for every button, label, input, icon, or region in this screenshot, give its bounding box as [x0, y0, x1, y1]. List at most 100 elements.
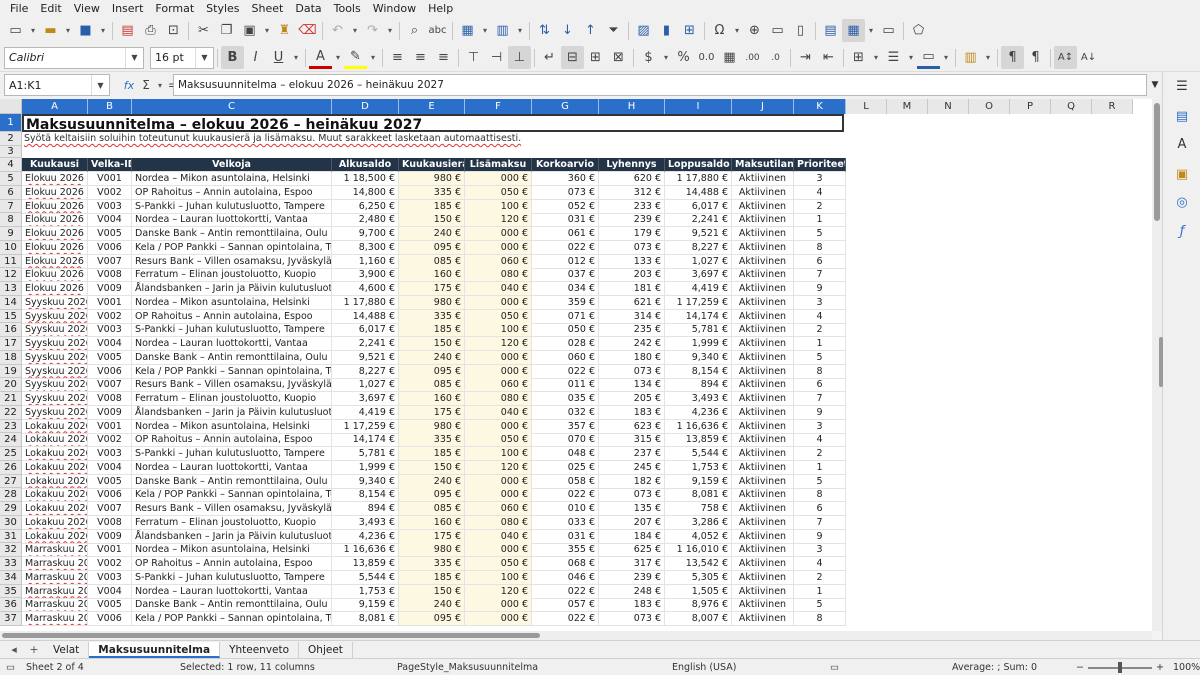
table-cell[interactable]: Nordea – Lauran luottokortti, Vantaa [132, 337, 332, 351]
table-cell[interactable]: 14,488 € [332, 309, 399, 324]
table-cell[interactable]: S-Pankki – Juhan kulutusluotto, Tampere [132, 323, 332, 338]
formula-input[interactable]: Maksusuunnitelma – elokuu 2026 – heinäku… [173, 74, 1147, 96]
table-cell[interactable]: V009 [88, 282, 132, 296]
table-cell[interactable]: 050 € [465, 309, 532, 324]
show-draw-functions-icon[interactable]: ⬠ [907, 19, 930, 42]
pivot-table-icon[interactable]: ⊞ [678, 19, 701, 42]
align-top-icon[interactable]: ⊤ [462, 46, 485, 69]
row-header[interactable]: 7 [0, 199, 22, 214]
column-header[interactable]: I [665, 99, 732, 114]
table-cell[interactable]: 894 € [332, 502, 399, 516]
table-cell[interactable]: 5 [794, 598, 846, 613]
table-cell[interactable]: 239 € [599, 213, 665, 228]
table-cell[interactable]: Aktiivinen [732, 570, 794, 585]
table-cell[interactable]: 1 16,636 € [665, 419, 732, 434]
column-title[interactable]: Velkoja [132, 158, 332, 172]
table-cell[interactable]: Aktiivinen [732, 309, 794, 324]
table-cell[interactable]: 175 € [399, 405, 465, 420]
table-cell[interactable]: 040 € [465, 405, 532, 420]
table-cell[interactable]: Aktiivinen [732, 474, 794, 489]
sidebar-resize-handle[interactable] [1159, 337, 1163, 387]
table-cell[interactable]: 048 € [532, 447, 599, 461]
table-cell[interactable]: Aktiivinen [732, 268, 794, 283]
table-cell[interactable]: 625 € [599, 543, 665, 558]
table-cell[interactable]: V001 [88, 172, 132, 186]
table-cell[interactable]: 000 € [465, 350, 532, 365]
table-cell[interactable]: 085 € [399, 502, 465, 516]
table-cell[interactable]: 028 € [532, 337, 599, 351]
select-all-corner[interactable] [0, 99, 22, 114]
merge-center-icon[interactable]: ⊟ [561, 46, 584, 69]
menu-edit[interactable]: Edit [34, 2, 67, 15]
properties-icon[interactable]: ▤ [1172, 106, 1192, 126]
row-header[interactable]: 10 [0, 240, 22, 255]
table-cell[interactable]: Syyskuu 2026 [22, 392, 88, 406]
column-title[interactable]: Alkusaldo [332, 158, 399, 172]
sort-descending-icon[interactable]: ↑ [579, 19, 602, 42]
table-cell[interactable]: Aktiivinen [732, 612, 794, 626]
highlight-color-icon[interactable]: ✎ [344, 46, 367, 69]
table-cell[interactable]: 1 [794, 460, 846, 475]
row-header[interactable]: 35 [0, 584, 22, 599]
table-cell[interactable]: Elokuu 2026 [22, 213, 88, 228]
table-cell[interactable]: 135 € [599, 502, 665, 516]
table-cell[interactable]: 240 € [399, 227, 465, 241]
zoom-slider-knob[interactable] [1118, 662, 1122, 673]
table-cell[interactable]: OP Rahoitus – Annin autolaina, Espoo [132, 557, 332, 571]
table-cell[interactable]: 068 € [532, 557, 599, 571]
table-cell[interactable]: Aktiivinen [732, 282, 794, 296]
table-cell[interactable]: 248 € [599, 584, 665, 599]
table-cell[interactable]: V009 [88, 529, 132, 544]
align-left-icon[interactable]: ≡ [386, 46, 409, 69]
table-cell[interactable]: V004 [88, 213, 132, 228]
table-cell[interactable]: Kela / POP Pankki – Sannan opintolaina, … [132, 364, 332, 379]
undo-dropdown-icon[interactable]: ▾ [349, 19, 361, 42]
menu-sheet[interactable]: Sheet [246, 2, 290, 15]
chevron-down-icon[interactable]: ▼ [195, 47, 213, 68]
spreadsheet-grid[interactable]: ABCDEFGHIJKLMNOPQR 1 2 3 4 5 6 7 8 9 10 11 12 13 14 15… [0, 99, 1152, 631]
align-center-icon[interactable]: ≡ [409, 46, 432, 69]
table-cell[interactable]: 623 € [599, 419, 665, 434]
table-cell[interactable]: V005 [88, 474, 132, 489]
table-cell[interactable]: 046 € [532, 570, 599, 585]
table-cell[interactable]: 100 € [465, 570, 532, 585]
font-name-box[interactable]: Calibri ▼ [4, 46, 144, 69]
table-cell[interactable]: 120 € [465, 213, 532, 228]
page-style[interactable]: PageStyle_Maksusuunnitelma [397, 662, 538, 673]
table-cell[interactable]: Syyskuu 2026 [22, 295, 88, 310]
table-cell[interactable]: Ålandsbanken – Jarin ja Päivin kulutuslu… [132, 282, 332, 296]
left-to-right-icon[interactable]: ¶ [1001, 46, 1024, 69]
freeze-rows-columns-icon[interactable]: ▦ [842, 19, 865, 42]
row-header[interactable]: 15 [0, 309, 22, 324]
table-cell[interactable]: Syyskuu 2026 [22, 405, 88, 420]
column-header[interactable]: Q [1051, 99, 1092, 114]
column-header[interactable]: M [887, 99, 928, 114]
table-cell[interactable]: Aktiivinen [732, 240, 794, 255]
table-cell[interactable]: V009 [88, 405, 132, 420]
table-cell[interactable]: Nordea – Lauran luottokortti, Vantaa [132, 460, 332, 475]
table-cell[interactable]: V006 [88, 612, 132, 626]
table-cell[interactable]: Lokakuu 2026 [22, 474, 88, 489]
row-header[interactable]: 33 [0, 557, 22, 571]
table-cell[interactable]: 031 € [532, 213, 599, 228]
table-cell[interactable]: 3 [794, 543, 846, 558]
table-cell[interactable]: 4,419 € [665, 282, 732, 296]
table-cell[interactable]: 5,305 € [665, 570, 732, 585]
table-cell[interactable]: 185 € [399, 323, 465, 338]
table-cell[interactable]: 1,999 € [665, 337, 732, 351]
autofilter-icon[interactable]: ⏷ [602, 19, 625, 42]
table-cell[interactable]: 9 [794, 529, 846, 544]
table-cell[interactable]: 5,544 € [665, 447, 732, 461]
table-cell[interactable]: 000 € [465, 598, 532, 613]
table-cell[interactable]: 000 € [465, 364, 532, 379]
row-header[interactable]: 25 [0, 447, 22, 461]
sheet-title-cell[interactable]: Maksusuunnitelma – elokuu 2026 – heinäku… [22, 114, 844, 133]
align-bottom-icon[interactable]: ⊥ [508, 46, 531, 69]
table-cell[interactable]: Aktiivinen [732, 364, 794, 379]
print-preview-icon[interactable]: ⊡ [162, 19, 185, 42]
table-cell[interactable]: 080 € [465, 515, 532, 530]
table-cell[interactable]: 1 17,259 € [332, 419, 399, 434]
paste-icon[interactable]: ▣ [238, 19, 261, 42]
expand-formula-bar-icon[interactable]: ▼ [1148, 77, 1162, 93]
table-cell[interactable]: 1,999 € [332, 460, 399, 475]
